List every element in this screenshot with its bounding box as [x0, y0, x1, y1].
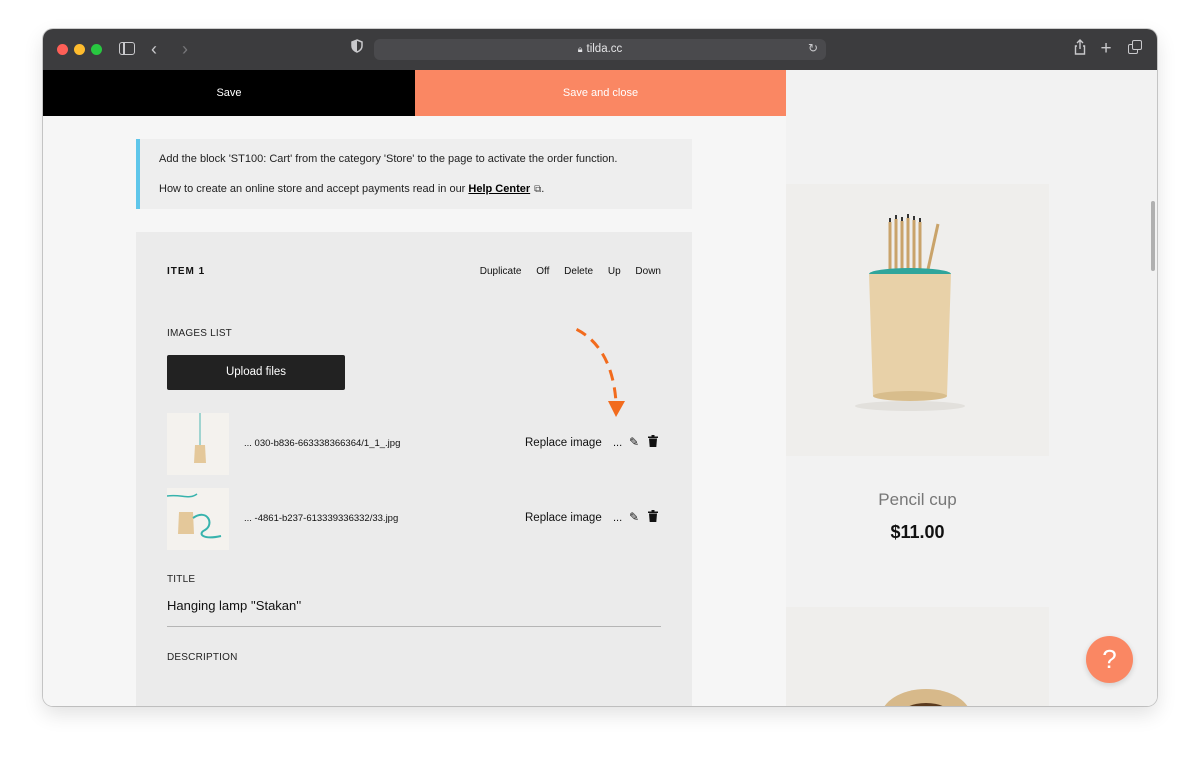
replace-image-button[interactable]: Replace image — [525, 437, 602, 449]
trash-icon[interactable] — [648, 510, 658, 525]
shield-icon[interactable] — [347, 39, 367, 59]
pencil-icon[interactable]: ✎ — [629, 435, 639, 449]
annotation-arrow-icon — [576, 327, 625, 417]
tabs-icon[interactable] — [1127, 39, 1143, 59]
replace-image-button[interactable]: Replace image — [525, 512, 602, 524]
help-button[interactable]: ? — [1086, 636, 1133, 683]
up-button[interactable]: Up — [608, 266, 621, 277]
delete-button[interactable]: Delete — [564, 266, 593, 277]
title-label: TITLE — [167, 574, 196, 585]
browser-window: ‹ › 🔒︎ tilda.cc ↻ + Save Save and close A… — [43, 29, 1157, 706]
zoom-window-button[interactable] — [91, 44, 102, 55]
down-button[interactable]: Down — [635, 266, 661, 277]
plus-icon[interactable]: + — [1098, 39, 1114, 59]
pencil-icon[interactable]: ✎ — [629, 510, 639, 524]
back-icon[interactable]: ‹ — [147, 39, 161, 59]
help-center-link[interactable]: Help Center — [468, 183, 530, 195]
page-content: Save Save and close Add the block 'ST100… — [43, 70, 1157, 706]
notice-line-2-text: How to create an online store and accept… — [159, 183, 469, 195]
title-underline — [167, 626, 661, 627]
duplicate-button[interactable]: Duplicate — [480, 266, 522, 277]
item-title: ITEM 1 — [167, 266, 206, 277]
minimize-window-button[interactable] — [74, 44, 85, 55]
reload-icon[interactable]: ↻ — [808, 41, 818, 55]
sidebar-icon[interactable] — [119, 39, 137, 59]
product-image[interactable] — [786, 184, 1049, 456]
info-notice: Add the block 'ST100: Cart' from the cat… — [136, 139, 692, 209]
more-options-button[interactable]: ... — [613, 437, 622, 449]
off-button[interactable]: Off — [536, 266, 549, 277]
save-and-close-button[interactable]: Save and close — [415, 70, 786, 116]
image-row: ... -4861-b237-613339336332/33.jpg Repla… — [167, 488, 663, 550]
editor-panel: Save Save and close Add the block 'ST100… — [43, 70, 786, 706]
url-text: tilda.cc — [586, 43, 623, 55]
image-filename: ... -4861-b237-613339336332/33.jpg — [244, 513, 399, 524]
address-bar[interactable]: 🔒︎ tilda.cc ↻ — [374, 39, 826, 60]
forward-icon[interactable]: › — [178, 39, 192, 59]
scrollbar[interactable] — [1151, 201, 1155, 271]
notice-period: . — [541, 183, 545, 195]
close-window-button[interactable] — [57, 44, 68, 55]
item-actions: Duplicate Off Delete Up Down — [468, 266, 661, 277]
preview-panel: Pencil cup $11.00 ? — [786, 70, 1157, 706]
save-button[interactable]: Save — [43, 70, 415, 116]
notice-line-2: How to create an online store and accept… — [159, 183, 544, 195]
image-thumbnail[interactable] — [167, 488, 229, 550]
product-price: $11.00 — [890, 522, 945, 542]
share-icon[interactable] — [1073, 39, 1087, 59]
upload-files-button[interactable]: Upload files — [167, 355, 345, 390]
images-list-label: IMAGES LIST — [167, 328, 232, 339]
description-label: DESCRIPTION — [167, 652, 238, 663]
title-input[interactable]: Hanging lamp ''Stakan'' — [167, 598, 301, 613]
trash-icon[interactable] — [648, 435, 658, 450]
lock-icon: 🔒︎ — [577, 44, 583, 54]
image-thumbnail[interactable] — [167, 413, 229, 475]
browser-toolbar: ‹ › 🔒︎ tilda.cc ↻ + — [43, 29, 1157, 70]
item-card: ITEM 1 Duplicate Off Delete Up Down IMAG… — [136, 232, 692, 706]
notice-line-1: Add the block 'ST100: Cart' from the cat… — [159, 153, 618, 165]
product-name[interactable]: Pencil cup — [786, 490, 1049, 510]
image-filename: ... 030-b836-663338366364/1_1_.jpg — [244, 438, 401, 449]
more-options-button[interactable]: ... — [613, 512, 622, 524]
product-image[interactable] — [786, 607, 1049, 706]
